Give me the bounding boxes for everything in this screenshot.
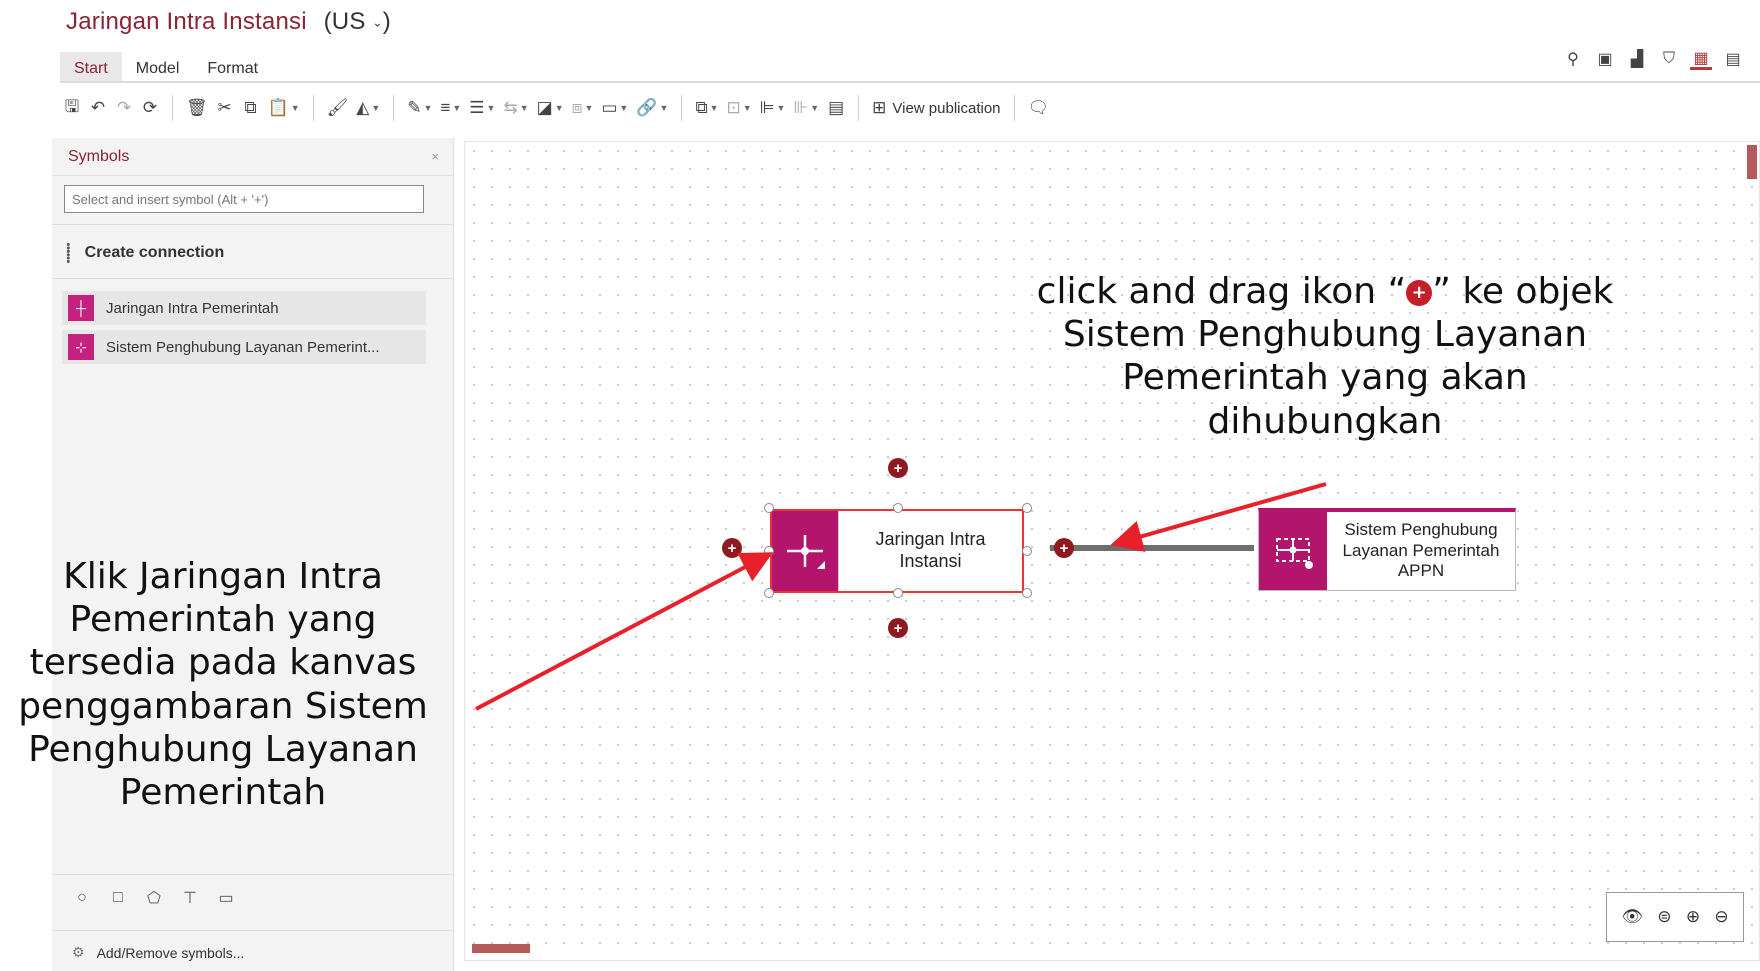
inline-plus-icon: + (1406, 280, 1433, 306)
zoom-in-icon[interactable]: ⊕ (1686, 907, 1700, 927)
annotation-arrow-to-plus (1110, 482, 1327, 552)
annotation-arrow-to-node (475, 552, 774, 711)
zoom-controls: 👁 ⊜ ⊕ ⊖ (1606, 892, 1744, 942)
zoom-out-icon[interactable]: ⊖ (1714, 907, 1728, 927)
instruction-click-annotation: Klik Jaringan Intra Pemerintah yang ters… (18, 556, 428, 813)
annotation-text-part1: click and drag ikon “ (1036, 271, 1407, 312)
instruction-drag-annotation: click and drag ikon “+” ke objek Sistem … (1030, 270, 1620, 443)
eye-icon[interactable]: 👁 (1621, 907, 1643, 927)
zoom-100-icon[interactable]: ⊜ (1657, 907, 1671, 927)
annotation-arrows-layer (475, 482, 1327, 711)
